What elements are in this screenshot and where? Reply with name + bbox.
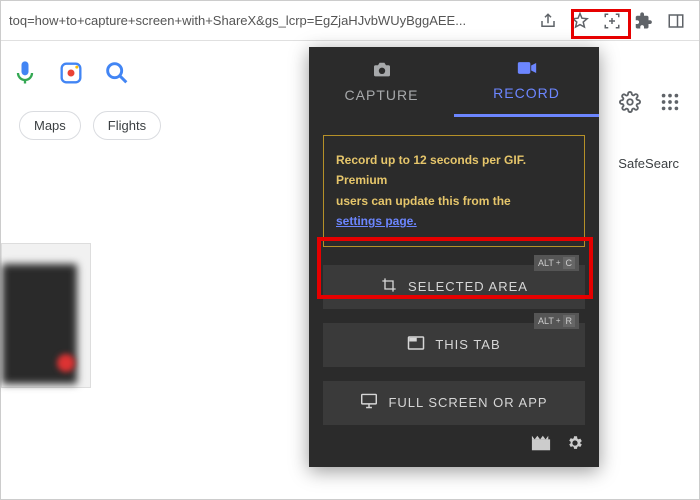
settings-page-link[interactable]: settings page. <box>336 214 417 228</box>
tab-record[interactable]: RECORD <box>454 47 599 117</box>
voice-search-icon[interactable] <box>11 59 39 87</box>
search-result-thumbnail[interactable] <box>1 243 91 388</box>
url-text: toq=how+to+capture+screen+with+ShareX&gs… <box>9 13 533 28</box>
shortcut-badge: ALT + R <box>534 313 579 329</box>
tab-record-label: RECORD <box>493 85 560 101</box>
google-header-icons <box>619 91 681 118</box>
notice-line1: Record up to 12 seconds per GIF. Premium <box>336 153 526 187</box>
safesearch-label[interactable]: SafeSearc <box>618 156 679 171</box>
camera-icon <box>372 62 392 81</box>
annotation-highlight-extension-icon <box>571 9 631 39</box>
full-screen-button[interactable]: FULL SCREEN OR APP <box>323 381 585 425</box>
extension-footer <box>531 434 585 457</box>
chip-flights[interactable]: Flights <box>93 111 161 140</box>
notice-line2: users can update this from the <box>336 194 511 208</box>
full-screen-label: FULL SCREEN OR APP <box>388 395 547 410</box>
tab-capture-label: CAPTURE <box>345 87 419 103</box>
extensions-puzzle-icon[interactable] <box>635 12 653 30</box>
share-icon[interactable] <box>539 12 557 30</box>
this-tab-label: THIS TAB <box>435 337 500 352</box>
search-icon[interactable] <box>103 59 131 87</box>
tab-capture[interactable]: CAPTURE <box>309 47 454 117</box>
lens-search-icon[interactable] <box>57 59 85 87</box>
film-icon[interactable] <box>531 434 551 457</box>
monitor-icon <box>360 393 378 412</box>
premium-notice: Record up to 12 seconds per GIF. Premium… <box>323 135 585 247</box>
extension-tabs: CAPTURE RECORD <box>309 47 599 117</box>
apps-grid-icon[interactable] <box>659 91 681 118</box>
gear-icon[interactable] <box>565 434 585 457</box>
tab-icon <box>407 335 425 354</box>
side-panel-icon[interactable] <box>667 12 685 30</box>
video-icon <box>517 60 537 79</box>
settings-gear-icon[interactable] <box>619 91 641 118</box>
thumbnail-record-dot <box>57 354 75 372</box>
chip-maps[interactable]: Maps <box>19 111 81 140</box>
this-tab-button[interactable]: ALT + R THIS TAB <box>323 323 585 367</box>
annotation-highlight-selected-area <box>317 237 593 299</box>
